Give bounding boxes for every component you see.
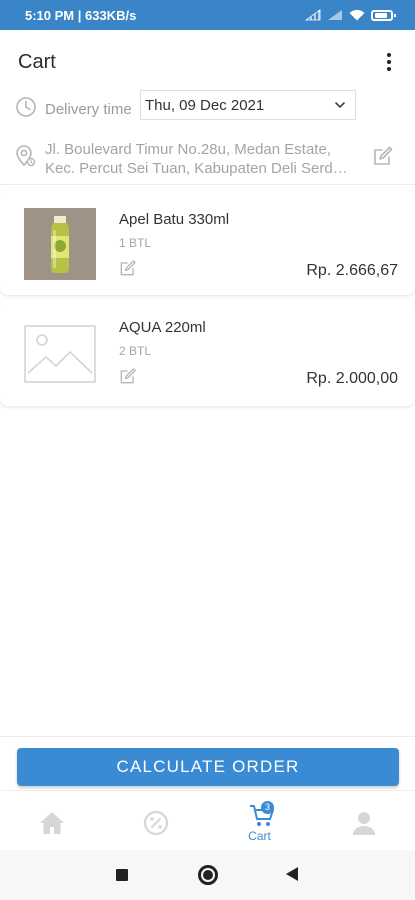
delivery-date-value: Thu, 09 Dec 2021 [145, 97, 265, 114]
bottom-action-area: CALCULATE ORDER [0, 736, 415, 791]
status-time-speed: 5:10 PM | 633KB/s [25, 8, 137, 23]
divider [0, 184, 415, 185]
delivery-address: Jl. Boulevard Timur No.28u, Medan Estate… [45, 140, 355, 178]
item-quantity: 2 BTL [119, 344, 152, 358]
wifi-icon [349, 9, 365, 21]
calculate-order-button[interactable]: CALCULATE ORDER [17, 748, 399, 786]
more-vertical-icon[interactable] [377, 50, 401, 74]
bottom-nav: 3 Cart [0, 790, 415, 851]
cart-badge: 3 [261, 801, 274, 814]
back-icon[interactable] [286, 867, 298, 881]
item-price: Rp. 2.666,67 [306, 262, 398, 279]
edit-icon[interactable] [118, 258, 138, 278]
item-name: AQUA 220ml [119, 319, 206, 336]
home-system-icon[interactable] [198, 865, 218, 885]
home-icon [40, 812, 64, 834]
chevron-down-icon [335, 102, 345, 108]
item-quantity: 1 BTL [119, 236, 152, 250]
address-row: Jl. Boulevard Timur No.28u, Medan Estate… [0, 134, 415, 180]
location-pin-icon [16, 145, 36, 167]
app-header: Cart [0, 30, 415, 90]
status-bar: 5:10 PM | 633KB/s [0, 0, 415, 30]
nav-cart-label: Cart [248, 829, 271, 843]
edit-icon[interactable] [371, 144, 395, 168]
signal-icon [328, 10, 342, 20]
battery-icon [371, 9, 396, 21]
recent-apps-icon[interactable] [116, 869, 128, 881]
nav-cart[interactable]: 3 Cart [208, 791, 311, 851]
profile-icon [353, 812, 375, 835]
clock-icon [16, 97, 36, 117]
delivery-time-label: Delivery time [45, 101, 132, 118]
bottle-image [24, 208, 96, 280]
item-name: Apel Batu 330ml [119, 211, 230, 228]
edit-icon[interactable] [118, 366, 138, 386]
item-price: Rp. 2.000,00 [306, 370, 398, 387]
android-system-nav [0, 850, 415, 900]
image-placeholder-icon [24, 325, 96, 383]
delivery-date-select[interactable]: Thu, 09 Dec 2021 [140, 90, 356, 120]
delivery-time-row: Delivery time Thu, 09 Dec 2021 [0, 90, 415, 130]
status-icons [305, 9, 396, 21]
address-line-1: Jl. Boulevard Timur No.28u, Medan Estate… [45, 141, 331, 158]
nav-promo[interactable] [104, 791, 207, 851]
address-line-2: Kec. Percut Sei Tuan, Kabupaten Deli Ser… [45, 160, 355, 177]
cart-item-card[interactable]: Apel Batu 330ml 1 BTL Rp. 2.666,67 [0, 190, 415, 295]
promo-icon [143, 810, 169, 836]
cart-item-card[interactable]: AQUA 220ml 2 BTL Rp. 2.000,00 [0, 299, 415, 406]
nav-profile[interactable] [312, 791, 415, 851]
page-title: Cart [18, 51, 56, 73]
signal-icon [305, 9, 321, 21]
nav-home[interactable] [0, 791, 103, 851]
